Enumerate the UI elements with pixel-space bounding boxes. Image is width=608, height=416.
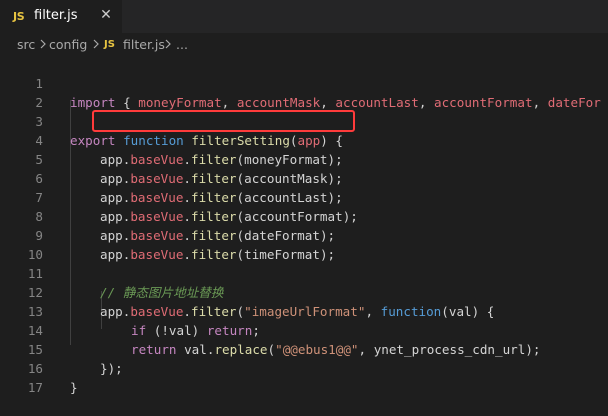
chevron-right-icon	[91, 37, 101, 51]
code-line: 7 app.baseVue.filter(accountFormat);	[0, 169, 608, 224]
code-line: 13 if (!val) return;	[0, 283, 608, 338]
javascript-file-icon: JS	[104, 39, 115, 50]
javascript-file-icon: JS	[13, 10, 25, 23]
code-editor[interactable]: 1 import { moneyFormat, accountMask, acc…	[0, 55, 608, 402]
chevron-right-icon	[38, 37, 48, 51]
code-line: 1 import { moneyFormat, accountMask, acc…	[0, 55, 608, 110]
code-line: 15 });	[0, 321, 608, 376]
code-line: 10	[0, 226, 608, 262]
breadcrumb: src config JS filter.js ...	[0, 33, 608, 56]
chevron-right-icon	[163, 37, 173, 51]
code-text: }	[70, 380, 78, 395]
close-icon[interactable]: ✕	[98, 5, 114, 25]
code-line: 5 app.baseVue.filter(accountMask);	[0, 131, 608, 186]
breadcrumb-item-filter-js[interactable]: filter.js	[123, 37, 165, 52]
breadcrumb-item-ellipsis[interactable]: ...	[176, 37, 188, 52]
tab-bar: JS filter.js ✕	[0, 0, 608, 33]
code-line: 8 app.baseVue.filter(dateFormat);	[0, 188, 608, 243]
tab-filter-js[interactable]: JS filter.js ✕	[0, 0, 122, 33]
code-line: 16 }	[0, 340, 608, 395]
code-line: 14 return val.replace("@@ebus1@@", ynet_…	[0, 302, 608, 357]
breadcrumb-item-config[interactable]: config	[49, 37, 87, 52]
code-line: 6 app.baseVue.filter(accountLast);	[0, 150, 608, 205]
breadcrumb-item-src[interactable]: src	[17, 37, 35, 52]
line-number: 17	[27, 380, 43, 395]
code-line: 11 // 静态图片地址替换	[0, 245, 608, 300]
code-line: 2	[0, 74, 608, 110]
code-line: 9 app.baseVue.filter(timeFormat);	[0, 207, 608, 262]
code-line: 17	[0, 359, 608, 395]
code-line: 12 app.baseVue.filter("imageUrlFormat", …	[0, 264, 608, 319]
tab-label: filter.js	[34, 8, 78, 23]
highlight-annotation-box	[92, 110, 355, 132]
